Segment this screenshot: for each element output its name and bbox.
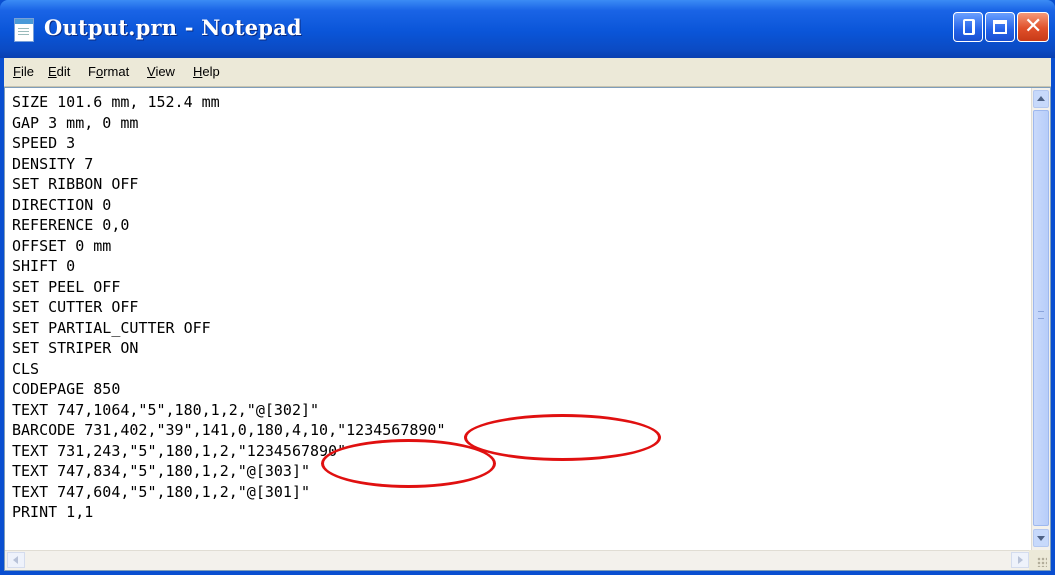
text-line: DENSITY 7: [12, 154, 94, 173]
text-line: REFERENCE 0,0: [12, 216, 130, 234]
text-editor[interactable]: SIZE 101.6 mm, 152.4 mm GAP 3 mm, 0 mm SPE…: [4, 87, 1051, 571]
text-line: OFFSET 0 mm: [12, 236, 112, 255]
vertical-scrollbar[interactable]: [1031, 88, 1050, 551]
text-line: SHIFT 0: [12, 257, 76, 275]
text-line: SPEED 3: [12, 134, 76, 152]
window-title: Output.prn - Notepad: [44, 15, 302, 40]
text-line: DIRECTION 0: [12, 195, 112, 214]
notepad-icon[interactable]: [14, 18, 34, 42]
menu-help[interactable]: Help: [193, 64, 220, 79]
text-line: GAP 3 mm, 0 mm: [12, 113, 139, 132]
text-line: SET CUTTER OFF: [12, 298, 139, 316]
text-line: TEXT 747,834,"5",180,1,2,"@[303]": [12, 462, 311, 480]
highlight-ellipse-barcode-value: [464, 414, 661, 461]
scroll-grip-icon: [1038, 311, 1044, 319]
document-text[interactable]: SIZE 101.6 mm, 152.4 mm GAP 3 mm, 0 mm SPE…: [12, 92, 1032, 547]
horizontal-scrollbar[interactable]: [5, 550, 1031, 570]
text-line: SET STRIPER ON: [12, 339, 139, 357]
close-icon: ✕: [1024, 14, 1043, 39]
scroll-left-icon[interactable]: [7, 552, 25, 568]
menu-file[interactable]: File: [13, 64, 34, 79]
close-button[interactable]: ✕: [1017, 12, 1049, 42]
text-line: CODEPAGE 850: [12, 380, 121, 398]
notepad-window: Output.prn - Notepad ✕ File Edit Format …: [0, 0, 1055, 575]
maximize-button[interactable]: [985, 12, 1015, 42]
text-line: SET PARTIAL_CUTTER OFF: [12, 318, 211, 337]
scroll-up-icon[interactable]: [1033, 90, 1049, 108]
minimize-button[interactable]: [953, 12, 983, 42]
title-bar[interactable]: Output.prn - Notepad ✕: [0, 0, 1055, 58]
text-line: SET PEEL OFF: [12, 277, 121, 296]
menu-edit[interactable]: Edit: [48, 64, 70, 79]
maximize-icon: [993, 20, 1007, 34]
vertical-scroll-thumb[interactable]: [1033, 110, 1049, 526]
text-line: TEXT 747,604,"5",180,1,2,"@[301]": [12, 482, 311, 501]
scroll-down-icon[interactable]: [1033, 529, 1049, 547]
menu-bar: File Edit Format View Help: [4, 58, 1051, 87]
highlight-ellipse-text-value: [321, 439, 496, 488]
minimize-icon: [963, 19, 975, 35]
text-line: SIZE 101.6 mm, 152.4 mm: [12, 93, 220, 111]
menu-view[interactable]: View: [147, 64, 175, 79]
resize-grip-icon[interactable]: [1029, 550, 1050, 570]
text-line: SET RIBBON OFF: [12, 175, 139, 193]
text-line: CLS: [12, 359, 40, 378]
menu-format[interactable]: Format: [88, 64, 129, 79]
scroll-right-icon[interactable]: [1011, 552, 1029, 568]
text-line: PRINT 1,1: [12, 503, 94, 521]
